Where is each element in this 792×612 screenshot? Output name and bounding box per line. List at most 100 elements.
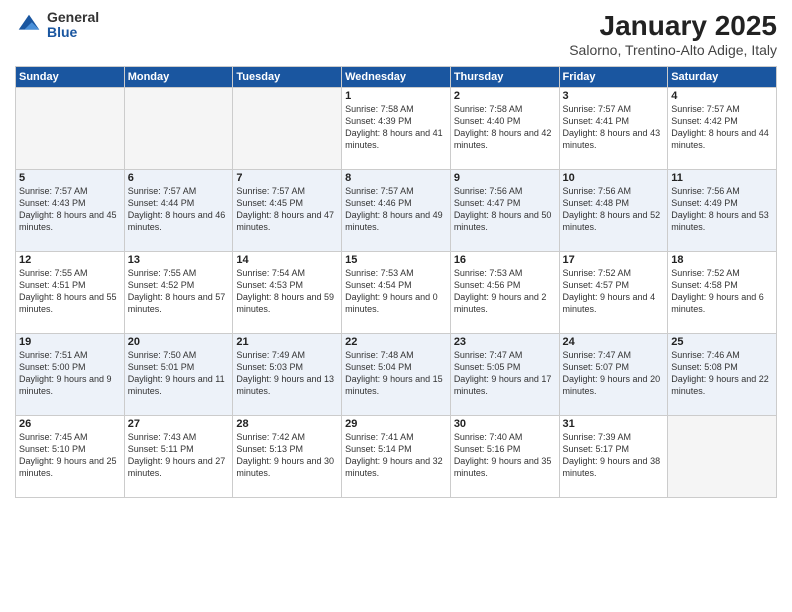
day-number: 6 <box>128 172 230 184</box>
calendar-cell: 27Sunrise: 7:43 AM Sunset: 5:11 PM Dayli… <box>124 416 233 498</box>
day-number: 8 <box>345 172 447 184</box>
calendar-cell: 30Sunrise: 7:40 AM Sunset: 5:16 PM Dayli… <box>450 416 559 498</box>
cell-text: Sunrise: 7:58 AM Sunset: 4:39 PM Dayligh… <box>345 103 447 152</box>
calendar-cell <box>16 88 125 170</box>
header-sunday: Sunday <box>16 67 125 88</box>
day-number: 22 <box>345 336 447 348</box>
day-number: 18 <box>671 254 773 266</box>
cell-text: Sunrise: 7:46 AM Sunset: 5:08 PM Dayligh… <box>671 349 773 398</box>
calendar-cell: 1Sunrise: 7:58 AM Sunset: 4:39 PM Daylig… <box>342 88 451 170</box>
calendar-week-4: 19Sunrise: 7:51 AM Sunset: 5:00 PM Dayli… <box>16 334 777 416</box>
day-number: 26 <box>19 418 121 430</box>
calendar-cell: 28Sunrise: 7:42 AM Sunset: 5:13 PM Dayli… <box>233 416 342 498</box>
calendar-cell: 3Sunrise: 7:57 AM Sunset: 4:41 PM Daylig… <box>559 88 668 170</box>
calendar-cell: 19Sunrise: 7:51 AM Sunset: 5:00 PM Dayli… <box>16 334 125 416</box>
cell-text: Sunrise: 7:52 AM Sunset: 4:58 PM Dayligh… <box>671 267 773 316</box>
cell-text: Sunrise: 7:51 AM Sunset: 5:00 PM Dayligh… <box>19 349 121 398</box>
calendar-cell: 15Sunrise: 7:53 AM Sunset: 4:54 PM Dayli… <box>342 252 451 334</box>
title-block: January 2025 Salorno, Trentino-Alto Adig… <box>569 10 777 58</box>
cell-text: Sunrise: 7:43 AM Sunset: 5:11 PM Dayligh… <box>128 431 230 480</box>
calendar-cell: 18Sunrise: 7:52 AM Sunset: 4:58 PM Dayli… <box>668 252 777 334</box>
calendar-cell: 9Sunrise: 7:56 AM Sunset: 4:47 PM Daylig… <box>450 170 559 252</box>
calendar-cell: 26Sunrise: 7:45 AM Sunset: 5:10 PM Dayli… <box>16 416 125 498</box>
cell-text: Sunrise: 7:47 AM Sunset: 5:07 PM Dayligh… <box>563 349 665 398</box>
cell-text: Sunrise: 7:54 AM Sunset: 4:53 PM Dayligh… <box>236 267 338 316</box>
calendar-cell: 14Sunrise: 7:54 AM Sunset: 4:53 PM Dayli… <box>233 252 342 334</box>
calendar-cell: 22Sunrise: 7:48 AM Sunset: 5:04 PM Dayli… <box>342 334 451 416</box>
calendar-cell: 8Sunrise: 7:57 AM Sunset: 4:46 PM Daylig… <box>342 170 451 252</box>
page-container: General Blue January 2025 Salorno, Trent… <box>0 0 792 503</box>
header-wednesday: Wednesday <box>342 67 451 88</box>
location-title: Salorno, Trentino-Alto Adige, Italy <box>569 42 777 58</box>
day-number: 20 <box>128 336 230 348</box>
day-number: 1 <box>345 90 447 102</box>
day-number: 10 <box>563 172 665 184</box>
day-number: 15 <box>345 254 447 266</box>
cell-text: Sunrise: 7:57 AM Sunset: 4:42 PM Dayligh… <box>671 103 773 152</box>
calendar-cell: 10Sunrise: 7:56 AM Sunset: 4:48 PM Dayli… <box>559 170 668 252</box>
calendar-week-3: 12Sunrise: 7:55 AM Sunset: 4:51 PM Dayli… <box>16 252 777 334</box>
cell-text: Sunrise: 7:53 AM Sunset: 4:54 PM Dayligh… <box>345 267 447 316</box>
day-number: 17 <box>563 254 665 266</box>
cell-text: Sunrise: 7:57 AM Sunset: 4:46 PM Dayligh… <box>345 185 447 234</box>
day-number: 27 <box>128 418 230 430</box>
cell-text: Sunrise: 7:47 AM Sunset: 5:05 PM Dayligh… <box>454 349 556 398</box>
weekday-header-row: Sunday Monday Tuesday Wednesday Thursday… <box>16 67 777 88</box>
month-title: January 2025 <box>569 10 777 42</box>
header-thursday: Thursday <box>450 67 559 88</box>
cell-text: Sunrise: 7:50 AM Sunset: 5:01 PM Dayligh… <box>128 349 230 398</box>
calendar-cell: 21Sunrise: 7:49 AM Sunset: 5:03 PM Dayli… <box>233 334 342 416</box>
calendar-cell: 25Sunrise: 7:46 AM Sunset: 5:08 PM Dayli… <box>668 334 777 416</box>
day-number: 29 <box>345 418 447 430</box>
logo-icon <box>15 11 43 39</box>
calendar-cell: 29Sunrise: 7:41 AM Sunset: 5:14 PM Dayli… <box>342 416 451 498</box>
day-number: 4 <box>671 90 773 102</box>
header-saturday: Saturday <box>668 67 777 88</box>
day-number: 16 <box>454 254 556 266</box>
calendar-cell: 23Sunrise: 7:47 AM Sunset: 5:05 PM Dayli… <box>450 334 559 416</box>
calendar-cell: 5Sunrise: 7:57 AM Sunset: 4:43 PM Daylig… <box>16 170 125 252</box>
cell-text: Sunrise: 7:52 AM Sunset: 4:57 PM Dayligh… <box>563 267 665 316</box>
calendar-cell: 12Sunrise: 7:55 AM Sunset: 4:51 PM Dayli… <box>16 252 125 334</box>
day-number: 31 <box>563 418 665 430</box>
cell-text: Sunrise: 7:42 AM Sunset: 5:13 PM Dayligh… <box>236 431 338 480</box>
logo-blue: Blue <box>47 25 99 40</box>
header-monday: Monday <box>124 67 233 88</box>
header-tuesday: Tuesday <box>233 67 342 88</box>
cell-text: Sunrise: 7:55 AM Sunset: 4:52 PM Dayligh… <box>128 267 230 316</box>
calendar-cell: 2Sunrise: 7:58 AM Sunset: 4:40 PM Daylig… <box>450 88 559 170</box>
day-number: 24 <box>563 336 665 348</box>
calendar-week-5: 26Sunrise: 7:45 AM Sunset: 5:10 PM Dayli… <box>16 416 777 498</box>
day-number: 14 <box>236 254 338 266</box>
calendar-week-2: 5Sunrise: 7:57 AM Sunset: 4:43 PM Daylig… <box>16 170 777 252</box>
day-number: 28 <box>236 418 338 430</box>
header: General Blue January 2025 Salorno, Trent… <box>15 10 777 58</box>
day-number: 25 <box>671 336 773 348</box>
cell-text: Sunrise: 7:57 AM Sunset: 4:41 PM Dayligh… <box>563 103 665 152</box>
cell-text: Sunrise: 7:55 AM Sunset: 4:51 PM Dayligh… <box>19 267 121 316</box>
cell-text: Sunrise: 7:40 AM Sunset: 5:16 PM Dayligh… <box>454 431 556 480</box>
cell-text: Sunrise: 7:39 AM Sunset: 5:17 PM Dayligh… <box>563 431 665 480</box>
cell-text: Sunrise: 7:53 AM Sunset: 4:56 PM Dayligh… <box>454 267 556 316</box>
cell-text: Sunrise: 7:56 AM Sunset: 4:48 PM Dayligh… <box>563 185 665 234</box>
day-number: 13 <box>128 254 230 266</box>
calendar-cell: 16Sunrise: 7:53 AM Sunset: 4:56 PM Dayli… <box>450 252 559 334</box>
logo: General Blue <box>15 10 99 41</box>
day-number: 30 <box>454 418 556 430</box>
calendar-cell: 13Sunrise: 7:55 AM Sunset: 4:52 PM Dayli… <box>124 252 233 334</box>
calendar-cell <box>668 416 777 498</box>
calendar: Sunday Monday Tuesday Wednesday Thursday… <box>15 66 777 498</box>
cell-text: Sunrise: 7:57 AM Sunset: 4:45 PM Dayligh… <box>236 185 338 234</box>
day-number: 9 <box>454 172 556 184</box>
cell-text: Sunrise: 7:56 AM Sunset: 4:49 PM Dayligh… <box>671 185 773 234</box>
cell-text: Sunrise: 7:45 AM Sunset: 5:10 PM Dayligh… <box>19 431 121 480</box>
day-number: 12 <box>19 254 121 266</box>
cell-text: Sunrise: 7:57 AM Sunset: 4:43 PM Dayligh… <box>19 185 121 234</box>
cell-text: Sunrise: 7:49 AM Sunset: 5:03 PM Dayligh… <box>236 349 338 398</box>
calendar-cell <box>233 88 342 170</box>
day-number: 23 <box>454 336 556 348</box>
day-number: 3 <box>563 90 665 102</box>
calendar-cell: 4Sunrise: 7:57 AM Sunset: 4:42 PM Daylig… <box>668 88 777 170</box>
logo-general: General <box>47 10 99 25</box>
cell-text: Sunrise: 7:41 AM Sunset: 5:14 PM Dayligh… <box>345 431 447 480</box>
